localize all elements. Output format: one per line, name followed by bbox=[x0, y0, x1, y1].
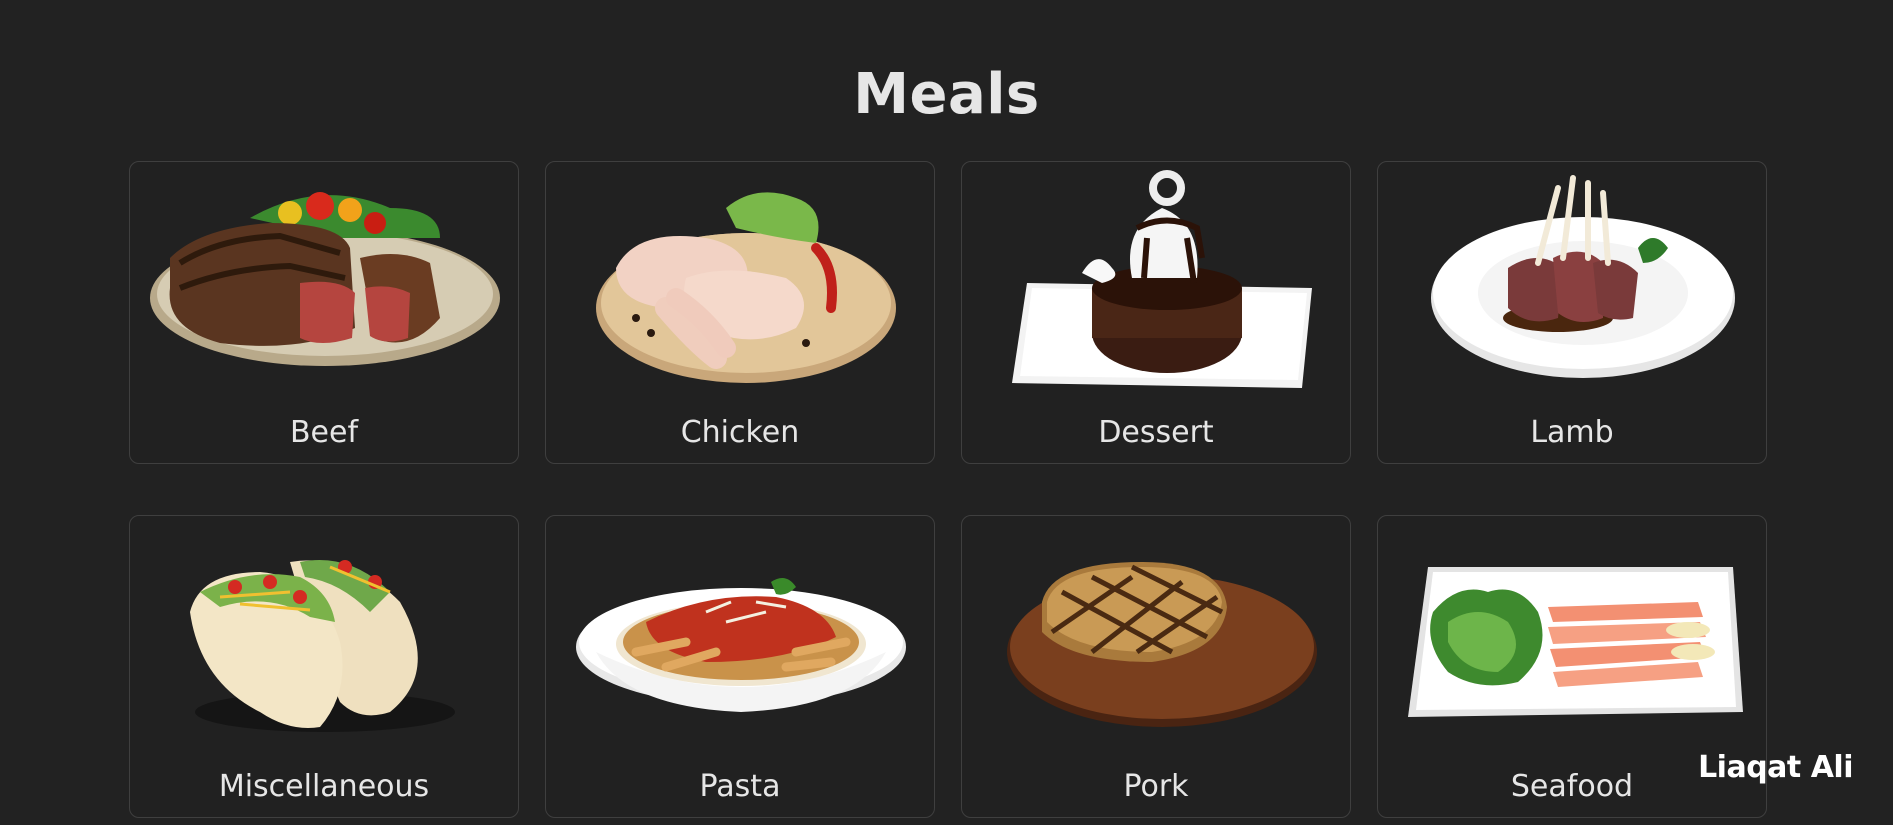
category-card-beef[interactable]: Beef bbox=[129, 161, 519, 464]
category-card-dessert[interactable]: Dessert bbox=[961, 161, 1351, 464]
category-label: Lamb bbox=[1530, 415, 1614, 450]
page-title: Meals bbox=[853, 62, 1040, 127]
category-card-miscellaneous[interactable]: Miscellaneous bbox=[129, 515, 519, 818]
chicken-image bbox=[596, 192, 896, 383]
pasta-image bbox=[576, 578, 906, 712]
category-card-pasta[interactable]: Pasta bbox=[545, 515, 935, 818]
category-label: Miscellaneous bbox=[218, 769, 430, 804]
category-label: Beef bbox=[289, 415, 359, 450]
author-watermark: Liaqat Ali bbox=[1698, 750, 1853, 785]
category-label: Pork bbox=[1123, 769, 1189, 804]
category-card-pork[interactable]: Pork bbox=[961, 515, 1351, 818]
lamb-image bbox=[1431, 175, 1735, 378]
pork-image bbox=[1007, 562, 1317, 727]
beef-image bbox=[150, 192, 500, 366]
meals-page: Meals Beef Chicken Dessert Lamb Miscella… bbox=[0, 0, 1893, 825]
category-card-lamb[interactable]: Lamb bbox=[1377, 161, 1767, 464]
category-label: Dessert bbox=[1098, 415, 1214, 450]
category-label: Chicken bbox=[680, 415, 800, 450]
dessert-image bbox=[1012, 170, 1312, 388]
category-label: Pasta bbox=[699, 769, 781, 804]
category-card-chicken[interactable]: Chicken bbox=[545, 161, 935, 464]
tacos-image bbox=[190, 560, 455, 732]
seafood-image bbox=[1408, 567, 1743, 717]
